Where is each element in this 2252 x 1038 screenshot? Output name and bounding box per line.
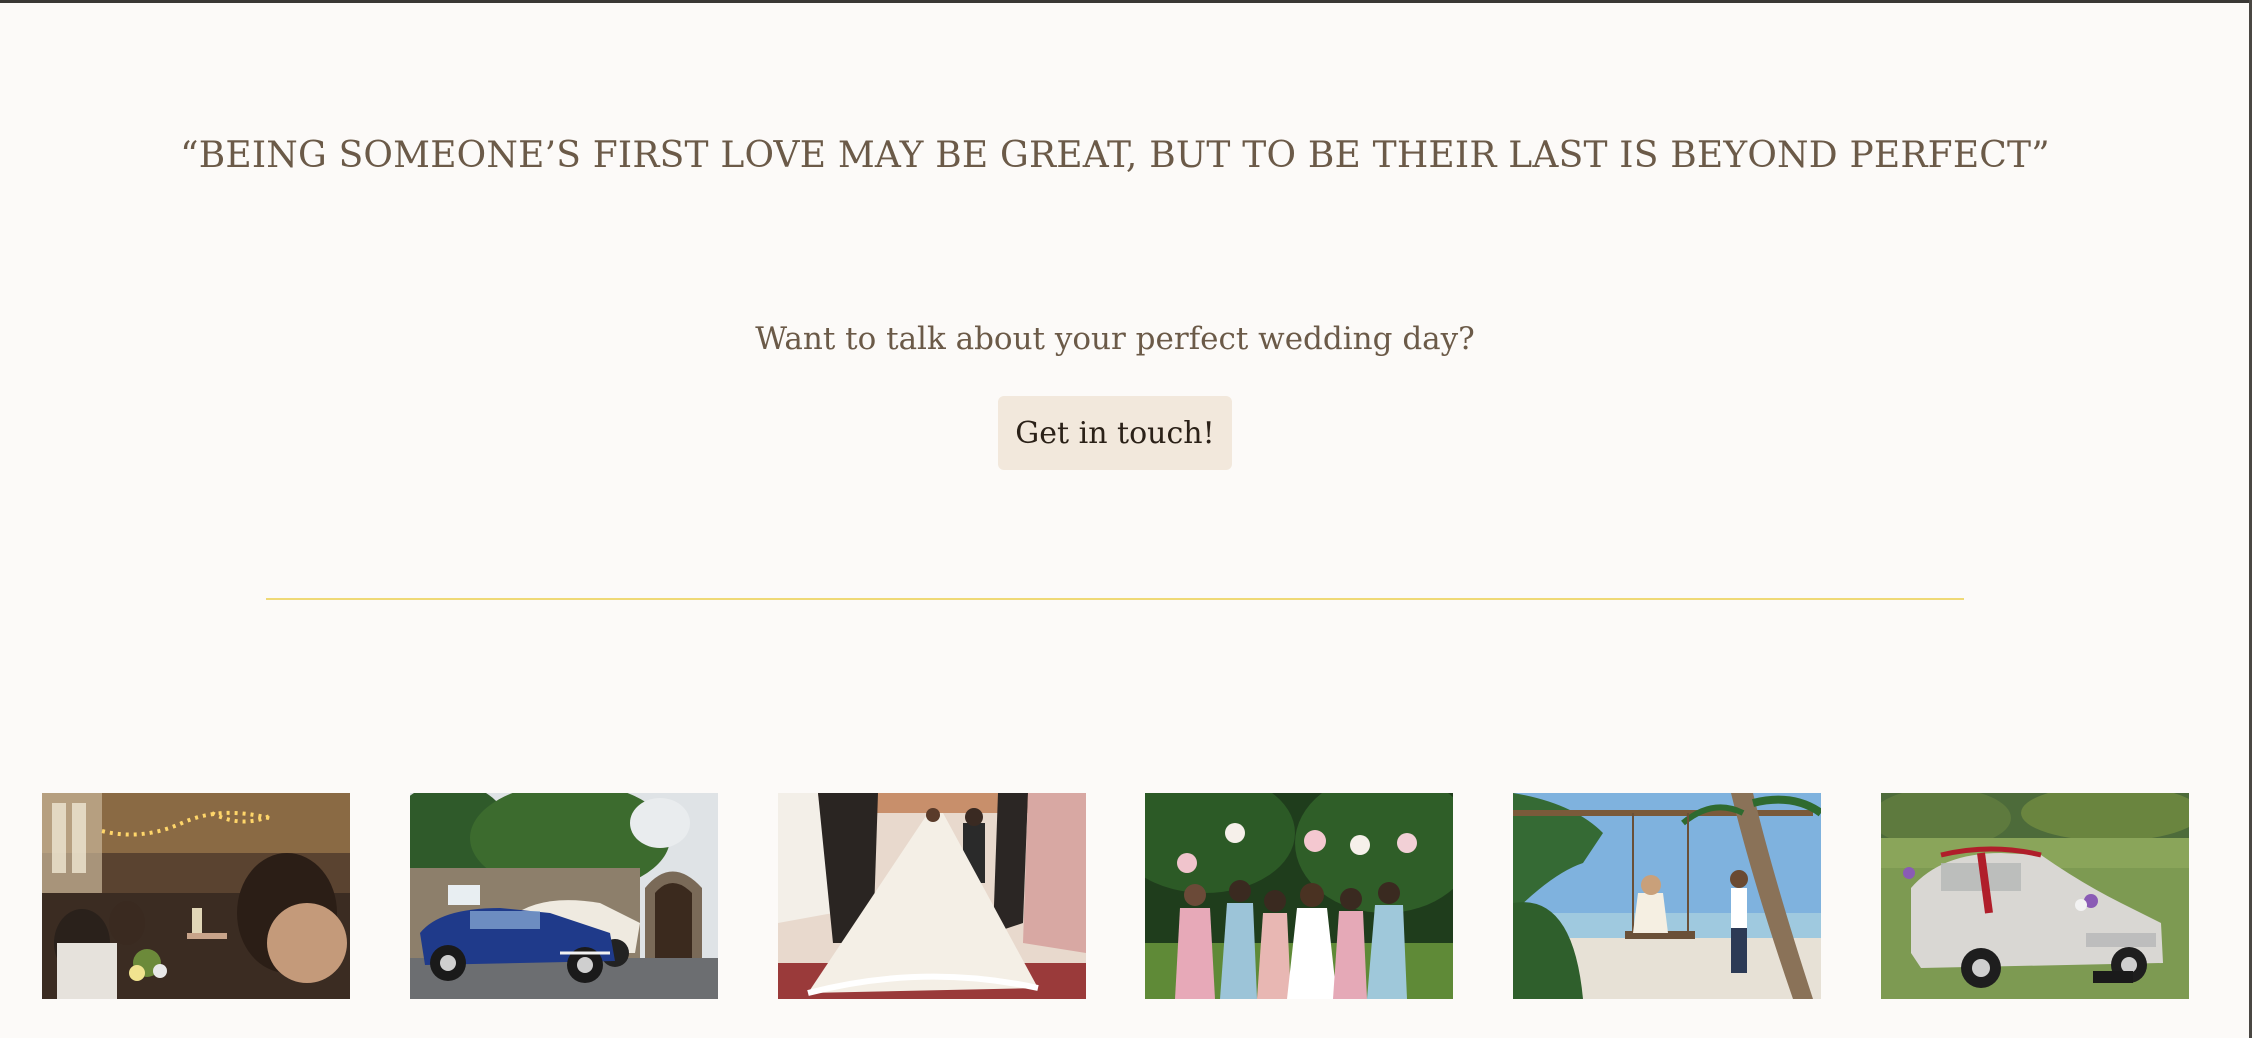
gallery-image-reception[interactable]	[42, 793, 350, 999]
gallery-image-beach[interactable]	[1513, 793, 1821, 999]
bridesmaids-bouquets-photo	[1145, 793, 1453, 999]
bride-veil-ceremony-photo	[778, 793, 1086, 999]
white-wedding-car-photo	[1881, 793, 2189, 999]
gallery-image-white-car[interactable]	[1881, 793, 2189, 999]
reception-toast-photo	[42, 793, 350, 999]
gallery-image-cars[interactable]	[410, 793, 718, 999]
beach-swing-couple-photo	[1513, 793, 1821, 999]
gallery-image-veil[interactable]	[778, 793, 1086, 999]
window-top-border	[0, 0, 2252, 3]
section-divider	[266, 598, 1964, 600]
vintage-wedding-cars-photo	[410, 793, 718, 999]
wedding-quote: “BEING SOMEONE’S FIRST LOVE MAY BE GREAT…	[180, 135, 2050, 176]
gallery-image-bridesmaids[interactable]	[1145, 793, 1453, 999]
contact-prompt: Want to talk about your perfect wedding …	[755, 321, 1475, 357]
get-in-touch-button[interactable]: Get in touch!	[998, 396, 1232, 470]
